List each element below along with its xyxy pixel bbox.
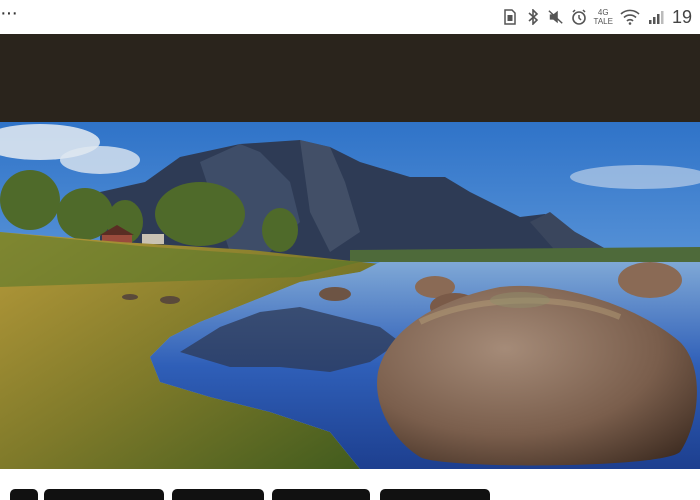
sim-icon [502,8,518,26]
article-heading-clipped [0,469,700,500]
network-sub-label: TALE [593,17,613,26]
status-bar: ··· 4G TALE 19 [0,0,700,34]
header-band [0,34,700,122]
overflow-menu-icon[interactable]: ··· [0,3,18,23]
landscape-photo [0,122,700,469]
status-icons: 4G TALE 19 [502,7,692,28]
clock-label: 19 [671,6,692,27]
wifi-icon [620,8,640,26]
mute-icon [547,8,564,26]
network-type-label: 4G [597,8,609,17]
hero-image[interactable] [0,122,700,469]
alarm-icon [571,8,587,26]
network-type-indicator: 4G TALE [594,8,613,26]
bluetooth-icon [525,8,541,26]
signal-icon [647,8,665,26]
heading-text-fragment [0,489,700,500]
